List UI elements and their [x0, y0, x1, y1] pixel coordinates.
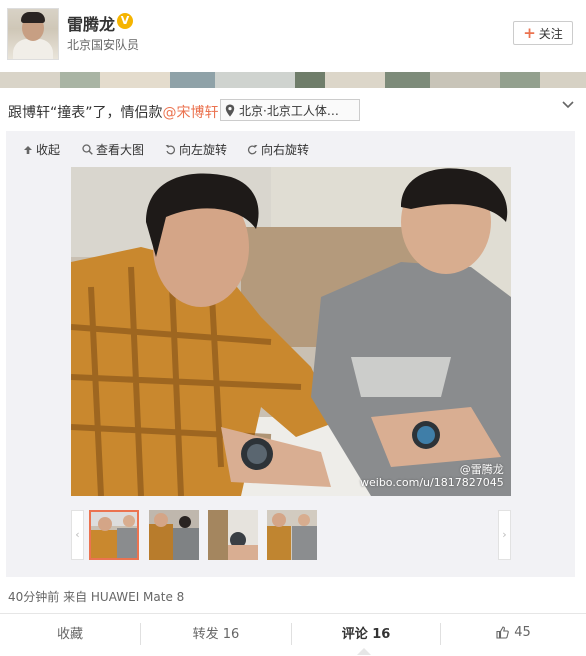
rotate-right-label: 向右旋转	[261, 143, 310, 157]
location-pin-icon	[225, 104, 235, 116]
thumbnail-image	[208, 510, 258, 560]
rotate-left-button[interactable]: 向左旋转	[165, 141, 227, 158]
thumbnail-3[interactable]	[208, 510, 258, 560]
thumbnail-4[interactable]	[267, 510, 317, 560]
verified-badge-icon: V	[117, 13, 133, 29]
comment-button[interactable]: 评论 16	[292, 613, 440, 651]
post-text: 跟博轩“撞表”了，情侣款@宋博轩	[8, 102, 219, 122]
rotate-right-button[interactable]: 向右旋转	[247, 141, 309, 158]
repost-label: 转发 16	[192, 626, 240, 642]
chevron-down-icon[interactable]	[561, 98, 575, 112]
banner-strip	[0, 72, 586, 88]
watermark-handle: @雷腾龙	[459, 463, 504, 476]
thumbnail-image	[149, 510, 199, 560]
thumbnail-image	[267, 510, 317, 560]
watermark-url: weibo.com/u/1817827045	[360, 476, 504, 489]
mention-link[interactable]: @宋博轩	[163, 105, 219, 121]
user-avatar[interactable]	[7, 8, 59, 60]
photo-image	[71, 167, 511, 496]
post-body: 跟博轩“撞表”了，情侣款	[8, 105, 163, 121]
thumbs-up-icon	[496, 625, 510, 639]
post-photo[interactable]	[71, 167, 511, 496]
view-large-label: 查看大图	[96, 143, 145, 157]
comment-label: 评论 16	[341, 626, 391, 642]
user-name[interactable]: 雷腾龙	[67, 11, 115, 35]
like-button[interactable]: 45	[441, 613, 586, 651]
photo-watermark: @雷腾龙 weibo.com/u/1817827045	[360, 463, 504, 489]
verified-description: 北京国安队员	[67, 38, 140, 52]
collapse-button[interactable]: 收起	[23, 141, 60, 158]
collapse-label: 收起	[36, 143, 61, 157]
repost-button[interactable]: 转发 16	[141, 613, 291, 651]
rotate-left-label: 向左旋转	[179, 143, 228, 157]
favorite-label: 收藏	[56, 626, 83, 642]
thumbnail-2[interactable]	[149, 510, 199, 560]
view-large-button[interactable]: 查看大图	[82, 141, 144, 158]
thumbnail-next-button[interactable]: ›	[498, 510, 511, 560]
location-tag[interactable]: 北京·北京工人体…	[220, 99, 360, 121]
like-count: 45	[514, 624, 531, 640]
thumbnail-image	[91, 512, 137, 558]
collapse-arrow-icon	[24, 145, 32, 154]
thumbnail-prev-button[interactable]: ‹	[71, 510, 84, 560]
favorite-button[interactable]: 收藏	[0, 613, 140, 651]
location-label: 北京·北京工人体…	[239, 103, 339, 118]
follow-label: 关注	[538, 26, 563, 41]
thumbnail-1[interactable]	[89, 510, 139, 560]
comment-active-indicator	[357, 648, 371, 655]
plus-icon: +	[523, 24, 536, 42]
post-meta: 40分钟前 来自 HUAWEI Mate 8	[8, 590, 185, 604]
rotate-left-icon	[165, 144, 176, 155]
rotate-right-icon	[247, 144, 258, 155]
follow-button[interactable]: + 关注	[513, 21, 573, 45]
search-icon	[82, 144, 93, 155]
